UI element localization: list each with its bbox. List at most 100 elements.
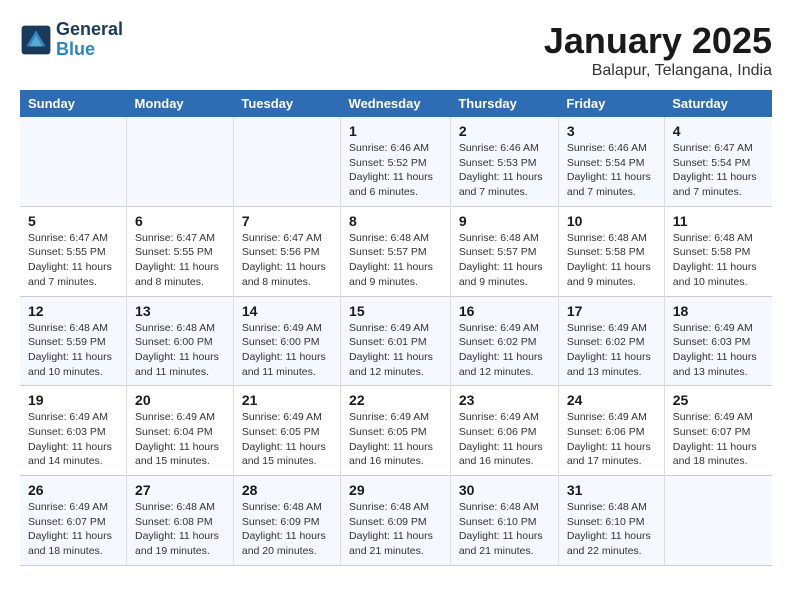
day-cell: 18 Sunrise: 6:49 AM Sunset: 6:03 PM Dayli… [664,296,772,386]
day-info: Sunrise: 6:49 AM Sunset: 6:07 PM Dayligh… [28,500,118,559]
day-cell: 26 Sunrise: 6:49 AM Sunset: 6:07 PM Dayli… [20,476,127,566]
logo-line2: Blue [56,40,123,60]
day-number: 9 [459,213,550,229]
day-cell: 17 Sunrise: 6:49 AM Sunset: 6:02 PM Dayli… [558,296,664,386]
day-cell: 10 Sunrise: 6:48 AM Sunset: 5:58 PM Dayli… [558,206,664,296]
dow-friday: Friday [558,90,664,117]
day-info: Sunrise: 6:48 AM Sunset: 6:00 PM Dayligh… [135,321,225,380]
day-number: 29 [349,482,442,498]
day-info: Sunrise: 6:47 AM Sunset: 5:55 PM Dayligh… [28,231,118,290]
day-number: 2 [459,123,550,139]
day-cell: 13Sunrise: 6:48 AM Sunset: 6:00 PM Dayli… [127,296,234,386]
day-cell [664,476,772,566]
day-number: 7 [242,213,332,229]
day-cell: 24Sunrise: 6:49 AM Sunset: 6:06 PM Dayli… [558,386,664,476]
day-info: Sunrise: 6:48 AM Sunset: 6:09 PM Dayligh… [349,500,442,559]
day-cell: 29 Sunrise: 6:48 AM Sunset: 6:09 PM Dayli… [341,476,451,566]
day-cell [127,117,234,206]
dow-sunday: Sunday [20,90,127,117]
day-cell: 12 Sunrise: 6:48 AM Sunset: 5:59 PM Dayli… [20,296,127,386]
week-row-1: 1Sunrise: 6:46 AM Sunset: 5:52 PM Daylig… [20,117,772,206]
day-info: Sunrise: 6:48 AM Sunset: 5:58 PM Dayligh… [567,231,656,290]
dow-monday: Monday [127,90,234,117]
day-info: Sunrise: 6:48 AM Sunset: 6:08 PM Dayligh… [135,500,225,559]
day-info: Sunrise: 6:49 AM Sunset: 6:02 PM Dayligh… [567,321,656,380]
day-cell: 2 Sunrise: 6:46 AM Sunset: 5:53 PM Daylig… [450,117,558,206]
days-of-week-header: SundayMondayTuesdayWednesdayThursdayFrid… [20,90,772,117]
day-number: 28 [242,482,332,498]
day-cell: 27 Sunrise: 6:48 AM Sunset: 6:08 PM Dayli… [127,476,234,566]
day-info: Sunrise: 6:49 AM Sunset: 6:05 PM Dayligh… [242,410,332,469]
day-info: Sunrise: 6:46 AM Sunset: 5:53 PM Dayligh… [459,141,550,200]
day-cell: 5 Sunrise: 6:47 AM Sunset: 5:55 PM Daylig… [20,206,127,296]
day-cell: 14 Sunrise: 6:49 AM Sunset: 6:00 PM Dayli… [233,296,340,386]
day-number: 11 [673,213,764,229]
day-number: 3 [567,123,656,139]
dow-saturday: Saturday [664,90,772,117]
day-cell: 9 Sunrise: 6:48 AM Sunset: 5:57 PM Daylig… [450,206,558,296]
day-cell [233,117,340,206]
day-number: 21 [242,392,332,408]
day-info: Sunrise: 6:48 AM Sunset: 5:59 PM Dayligh… [28,321,118,380]
day-number: 18 [673,303,764,319]
day-info: Sunrise: 6:47 AM Sunset: 5:55 PM Dayligh… [135,231,225,290]
day-number: 19 [28,392,118,408]
week-row-3: 12 Sunrise: 6:48 AM Sunset: 5:59 PM Dayli… [20,296,772,386]
day-number: 4 [673,123,764,139]
day-info: Sunrise: 6:48 AM Sunset: 6:09 PM Dayligh… [242,500,332,559]
day-number: 31 [567,482,656,498]
logo-icon [20,24,52,56]
week-row-5: 26 Sunrise: 6:49 AM Sunset: 6:07 PM Dayli… [20,476,772,566]
day-cell: 31 Sunrise: 6:48 AM Sunset: 6:10 PM Dayli… [558,476,664,566]
day-cell: 6Sunrise: 6:47 AM Sunset: 5:55 PM Daylig… [127,206,234,296]
day-number: 12 [28,303,118,319]
day-info: Sunrise: 6:49 AM Sunset: 6:04 PM Dayligh… [135,410,225,469]
page-header: General Blue January 2025 Balapur, Telan… [20,20,772,80]
day-cell: 11Sunrise: 6:48 AM Sunset: 5:58 PM Dayli… [664,206,772,296]
day-info: Sunrise: 6:49 AM Sunset: 6:03 PM Dayligh… [673,321,764,380]
day-cell: 8Sunrise: 6:48 AM Sunset: 5:57 PM Daylig… [341,206,451,296]
day-number: 16 [459,303,550,319]
day-number: 20 [135,392,225,408]
day-info: Sunrise: 6:49 AM Sunset: 6:05 PM Dayligh… [349,410,442,469]
day-cell: 1Sunrise: 6:46 AM Sunset: 5:52 PM Daylig… [341,117,451,206]
day-number: 30 [459,482,550,498]
day-number: 15 [349,303,442,319]
day-cell: 23Sunrise: 6:49 AM Sunset: 6:06 PM Dayli… [450,386,558,476]
week-row-2: 5 Sunrise: 6:47 AM Sunset: 5:55 PM Daylig… [20,206,772,296]
day-info: Sunrise: 6:48 AM Sunset: 6:10 PM Dayligh… [567,500,656,559]
calendar-body: 1Sunrise: 6:46 AM Sunset: 5:52 PM Daylig… [20,117,772,565]
day-info: Sunrise: 6:49 AM Sunset: 6:07 PM Dayligh… [673,410,764,469]
day-info: Sunrise: 6:46 AM Sunset: 5:52 PM Dayligh… [349,141,442,200]
day-cell: 16 Sunrise: 6:49 AM Sunset: 6:02 PM Dayli… [450,296,558,386]
day-number: 27 [135,482,225,498]
day-number: 26 [28,482,118,498]
logo-line1: General [56,20,123,40]
day-cell: 25 Sunrise: 6:49 AM Sunset: 6:07 PM Dayli… [664,386,772,476]
day-info: Sunrise: 6:49 AM Sunset: 6:02 PM Dayligh… [459,321,550,380]
week-row-4: 19 Sunrise: 6:49 AM Sunset: 6:03 PM Dayli… [20,386,772,476]
day-info: Sunrise: 6:48 AM Sunset: 5:57 PM Dayligh… [349,231,442,290]
day-info: Sunrise: 6:49 AM Sunset: 6:03 PM Dayligh… [28,410,118,469]
title-block: January 2025 Balapur, Telangana, India [544,20,772,80]
day-cell: 19 Sunrise: 6:49 AM Sunset: 6:03 PM Dayli… [20,386,127,476]
month-title: January 2025 [544,20,772,62]
day-info: Sunrise: 6:49 AM Sunset: 6:06 PM Dayligh… [459,410,550,469]
dow-thursday: Thursday [450,90,558,117]
day-info: Sunrise: 6:49 AM Sunset: 6:00 PM Dayligh… [242,321,332,380]
day-number: 14 [242,303,332,319]
day-cell: 4 Sunrise: 6:47 AM Sunset: 5:54 PM Daylig… [664,117,772,206]
day-info: Sunrise: 6:48 AM Sunset: 6:10 PM Dayligh… [459,500,550,559]
day-info: Sunrise: 6:48 AM Sunset: 5:57 PM Dayligh… [459,231,550,290]
day-number: 25 [673,392,764,408]
day-cell: 20 Sunrise: 6:49 AM Sunset: 6:04 PM Dayli… [127,386,234,476]
day-number: 17 [567,303,656,319]
dow-wednesday: Wednesday [341,90,451,117]
dow-tuesday: Tuesday [233,90,340,117]
day-number: 10 [567,213,656,229]
day-cell: 30 Sunrise: 6:48 AM Sunset: 6:10 PM Dayli… [450,476,558,566]
day-cell: 22Sunrise: 6:49 AM Sunset: 6:05 PM Dayli… [341,386,451,476]
day-number: 5 [28,213,118,229]
day-info: Sunrise: 6:49 AM Sunset: 6:01 PM Dayligh… [349,321,442,380]
day-info: Sunrise: 6:47 AM Sunset: 5:54 PM Dayligh… [673,141,764,200]
